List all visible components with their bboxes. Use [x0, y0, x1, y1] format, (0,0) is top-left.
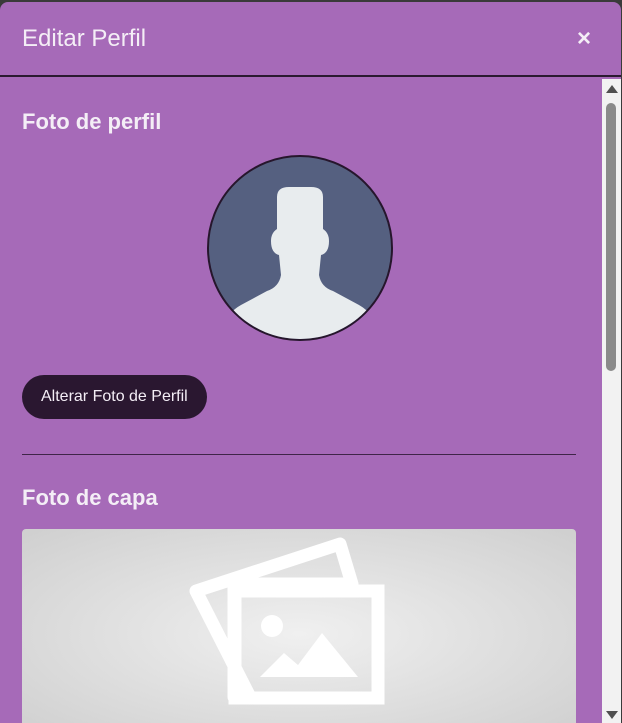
profile-photo-title: Foto de perfil: [22, 109, 162, 134]
section-divider: [22, 454, 576, 455]
close-icon[interactable]: ×: [577, 26, 591, 51]
image-placeholder-icon: [189, 537, 385, 705]
modal-title: Editar Perfil: [22, 24, 147, 52]
change-profile-photo-button[interactable]: Alterar Foto de Perfil: [22, 375, 207, 419]
scrollbar-thumb[interactable]: [606, 103, 616, 371]
modal-body: Foto de perfil Alterar Foto de Perfil Fo…: [0, 79, 599, 723]
cover-photo-title: Foto de capa: [22, 485, 158, 510]
user-silhouette-icon: [218, 187, 381, 339]
edit-profile-modal: Editar Perfil × Foto de perfil Alterar F…: [0, 2, 621, 723]
avatar: [206, 155, 393, 341]
cover-photo-placeholder[interactable]: [22, 529, 576, 723]
scroll-down-arrow-icon[interactable]: [606, 711, 618, 719]
vertical-scrollbar[interactable]: [602, 79, 621, 723]
modal-header: Editar Perfil ×: [0, 2, 621, 77]
avatar-container: [22, 155, 577, 341]
scroll-up-arrow-icon[interactable]: [606, 85, 618, 93]
